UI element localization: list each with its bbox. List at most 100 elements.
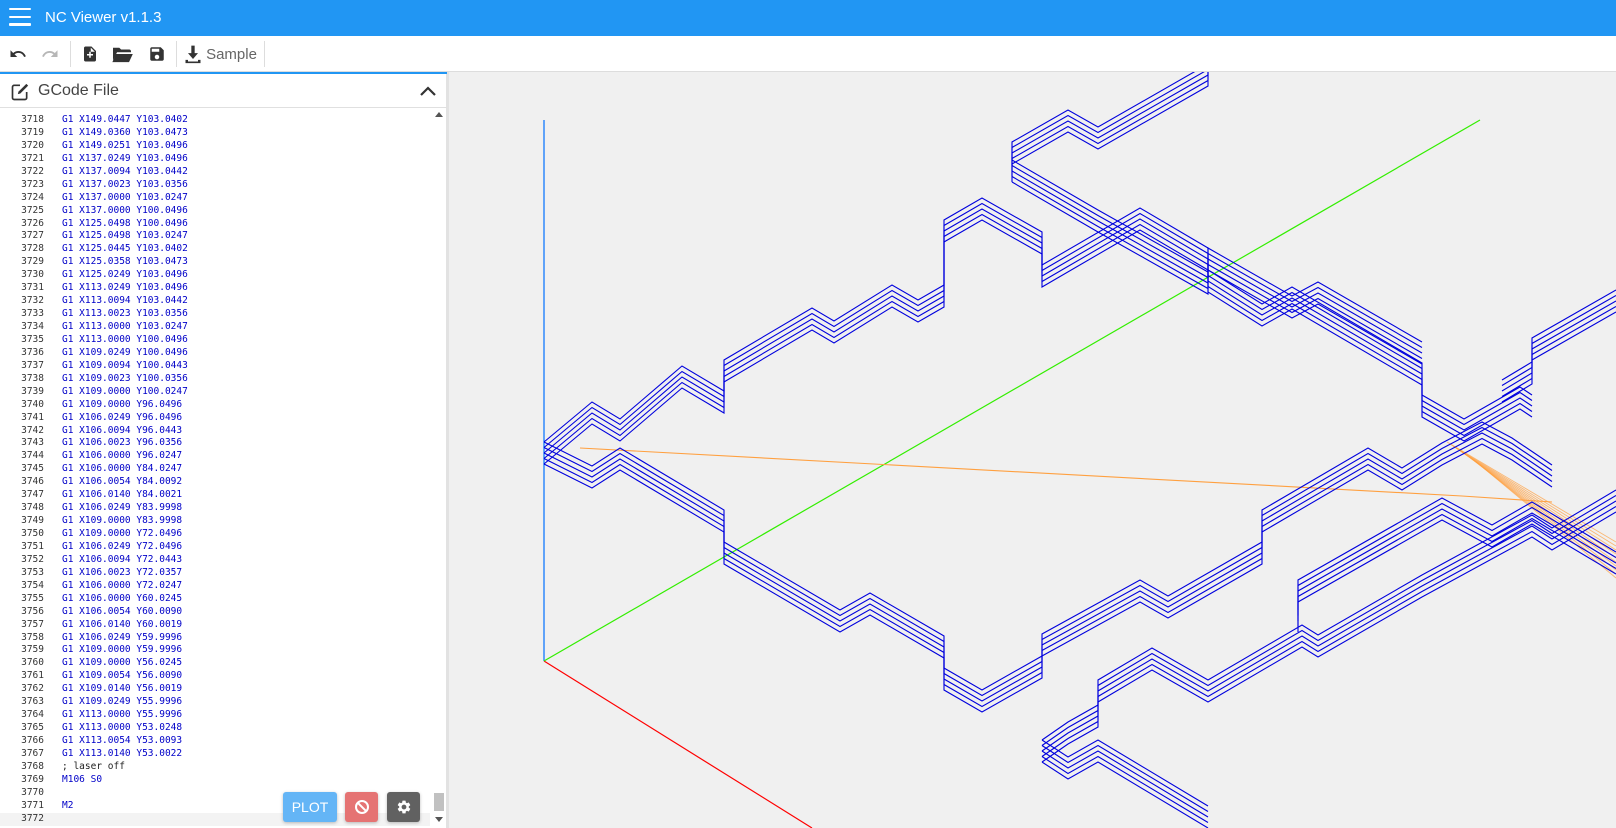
code-line[interactable]: 3752 G1 X106.0094 Y72.0443 (0, 554, 430, 567)
toolpath-segment (1501, 306, 1616, 397)
code-line[interactable]: 3759 G1 X109.0000 Y59.9996 (0, 644, 430, 657)
code-line[interactable]: 3722 G1 X137.0094 Y103.0442 (0, 166, 430, 179)
code-line[interactable]: 3760 G1 X109.0000 Y56.0245 (0, 657, 430, 670)
new-file-button[interactable] (78, 36, 102, 72)
code-line[interactable]: 3751 G1 X106.0249 Y72.0496 (0, 541, 430, 554)
code-line[interactable]: 3720 G1 X149.0251 Y103.0496 (0, 140, 430, 153)
code-line[interactable]: 3726 G1 X125.0498 Y100.0496 (0, 218, 430, 231)
line-number: 3733 (21, 308, 44, 320)
rapid-move (1461, 495, 1553, 503)
code-line[interactable]: 3733 G1 X113.0023 Y103.0356 (0, 308, 430, 321)
line-code: G1 X106.0094 Y72.0443 (62, 553, 183, 565)
line-code: G1 X106.0094 Y96.0443 (62, 424, 183, 436)
panel-header[interactable]: GCode File (0, 72, 447, 108)
line-number: 3750 (21, 528, 44, 539)
line-number: 3740 (21, 398, 44, 410)
settings-button[interactable] (387, 792, 420, 822)
code-line[interactable]: 3757 G1 X106.0140 Y60.0019 (0, 619, 430, 632)
redo-button[interactable] (38, 36, 62, 72)
code-line[interactable]: 3761 G1 X109.0054 Y56.0090 (0, 670, 430, 683)
code-line[interactable]: 3748 G1 X106.0249 Y83.9998 (0, 502, 430, 515)
code-line[interactable]: 3725 G1 X137.0000 Y100.0496 (0, 205, 430, 218)
code-line[interactable]: 3745 G1 X106.0000 Y84.0247 (0, 463, 430, 476)
scroll-up-arrow-icon[interactable] (435, 112, 443, 117)
code-line[interactable]: 3721 G1 X137.0249 Y103.0496 (0, 153, 430, 166)
stop-button[interactable] (345, 792, 378, 822)
code-line[interactable]: 3769 M106 S0 (0, 774, 430, 787)
undo-button[interactable] (6, 36, 30, 72)
scroll-down-arrow-icon[interactable] (435, 817, 443, 822)
code-line[interactable]: 3736 G1 X109.0249 Y100.0496 (0, 347, 430, 360)
editor-scrollbar[interactable] (432, 109, 446, 828)
line-code: G1 X113.0023 Y103.0356 (62, 308, 188, 320)
app-bar: NC Viewer v1.1.3 (0, 0, 1616, 36)
code-line[interactable]: 3755 G1 X106.0000 Y60.0245 (0, 593, 430, 606)
line-number: 3761 (21, 670, 44, 682)
line-number: 3767 (21, 747, 44, 759)
code-line[interactable]: 3750 G1 X109.0000 Y72.0496 (0, 528, 430, 541)
code-line[interactable]: 3718 G1 X149.0447 Y103.0402 (0, 114, 430, 127)
hamburger-menu-icon[interactable] (9, 8, 31, 28)
code-line[interactable]: 3749 G1 X109.0000 Y83.9998 (0, 515, 430, 528)
code-line[interactable]: 3723 G1 X137.0023 Y103.0356 (0, 179, 430, 192)
code-line[interactable]: 3728 G1 X125.0445 Y103.0402 (0, 243, 430, 256)
code-line[interactable]: 3735 G1 X113.0000 Y100.0496 (0, 334, 430, 347)
code-line[interactable]: 3762 G1 X109.0140 Y56.0019 (0, 683, 430, 696)
code-line[interactable]: 3768 ; laser off (0, 761, 430, 774)
code-line[interactable]: 3732 G1 X113.0094 Y103.0442 (0, 295, 430, 308)
line-code: G1 X137.0094 Y103.0442 (62, 165, 188, 177)
3d-viewport[interactable] (452, 72, 1616, 828)
code-line[interactable]: 3739 G1 X109.0000 Y100.0247 (0, 386, 430, 399)
code-line[interactable]: 3764 G1 X113.0000 Y55.9996 (0, 709, 430, 722)
code-line[interactable]: 3719 G1 X149.0360 Y103.0473 (0, 127, 430, 140)
line-code: G1 X106.0140 Y60.0019 (62, 618, 183, 630)
line-number: 3756 (21, 605, 44, 617)
code-line[interactable]: 3743 G1 X106.0023 Y96.0356 (0, 437, 430, 450)
line-code: G1 X109.0140 Y56.0019 (62, 683, 183, 695)
code-line[interactable]: 3741 G1 X106.0249 Y96.0496 (0, 412, 430, 425)
line-code: G1 X106.0023 Y96.0356 (62, 437, 183, 449)
code-line[interactable]: 3742 G1 X106.0094 Y96.0443 (0, 425, 430, 438)
save-button[interactable] (145, 36, 169, 72)
code-line[interactable]: 3730 G1 X125.0249 Y103.0496 (0, 269, 430, 282)
scroll-thumb[interactable] (434, 793, 444, 811)
toolpath-segment (1297, 502, 1616, 616)
code-line[interactable]: 3737 G1 X109.0094 Y100.0443 (0, 360, 430, 373)
sample-button[interactable]: Sample (183, 36, 257, 72)
code-line[interactable]: 3731 G1 X113.0249 Y103.0496 (0, 282, 430, 295)
line-number: 3738 (21, 372, 44, 384)
code-line[interactable]: 3734 G1 X113.0000 Y103.0247 (0, 321, 430, 334)
undo-icon (10, 50, 26, 57)
code-line[interactable]: 3727 G1 X125.0498 Y103.0247 (0, 230, 430, 243)
code-line[interactable]: 3766 G1 X113.0054 Y53.0093 (0, 735, 430, 748)
code-line[interactable]: 3758 G1 X106.0249 Y59.9996 (0, 632, 430, 645)
code-line[interactable]: 3765 G1 X113.0000 Y53.0248 (0, 722, 430, 735)
plot-button[interactable]: PLOT (283, 792, 337, 822)
toolpath-segment (1041, 761, 1209, 828)
line-number: 3729 (21, 256, 44, 268)
code-line[interactable]: 3754 G1 X106.0000 Y72.0247 (0, 580, 430, 593)
toolpath-segment (1501, 311, 1616, 403)
toolpath-canvas[interactable] (452, 72, 1616, 828)
code-line[interactable]: 3740 G1 X109.0000 Y96.0496 (0, 399, 430, 412)
line-code: G1 X137.0000 Y100.0496 (62, 204, 188, 216)
chevron-up-icon[interactable] (419, 83, 437, 99)
line-code: G1 X109.0000 Y59.9996 (62, 644, 183, 656)
code-editor[interactable]: 3718 G1 X149.0447 Y103.0402 3719 G1 X149.03… (0, 109, 447, 828)
toolpath-segment (1297, 497, 1616, 610)
code-line[interactable]: 3746 G1 X106.0054 Y84.0092 (0, 476, 430, 489)
code-line[interactable]: 3724 G1 X137.0000 Y103.0247 (0, 192, 430, 205)
code-line[interactable]: 3756 G1 X106.0054 Y60.0090 (0, 606, 430, 619)
code-line[interactable]: 3747 G1 X106.0140 Y84.0021 (0, 489, 430, 502)
toolpath-segment (1011, 170, 1423, 354)
code-line[interactable]: 3729 G1 X125.0358 Y103.0473 (0, 256, 430, 269)
code-line[interactable]: 3763 G1 X109.0249 Y55.9996 (0, 696, 430, 709)
code-line[interactable]: 3767 G1 X113.0140 Y53.0022 (0, 748, 430, 761)
open-file-button[interactable] (109, 36, 135, 72)
line-number: 3734 (21, 321, 44, 332)
toolpath-segment (1011, 181, 1423, 365)
line-code: G1 X106.0000 Y96.0247 (62, 450, 183, 462)
code-line[interactable]: 3738 G1 X109.0023 Y100.0356 (0, 373, 430, 386)
code-line[interactable]: 3744 G1 X106.0000 Y96.0247 (0, 450, 430, 463)
code-line[interactable]: 3753 G1 X106.0023 Y72.0357 (0, 567, 430, 580)
